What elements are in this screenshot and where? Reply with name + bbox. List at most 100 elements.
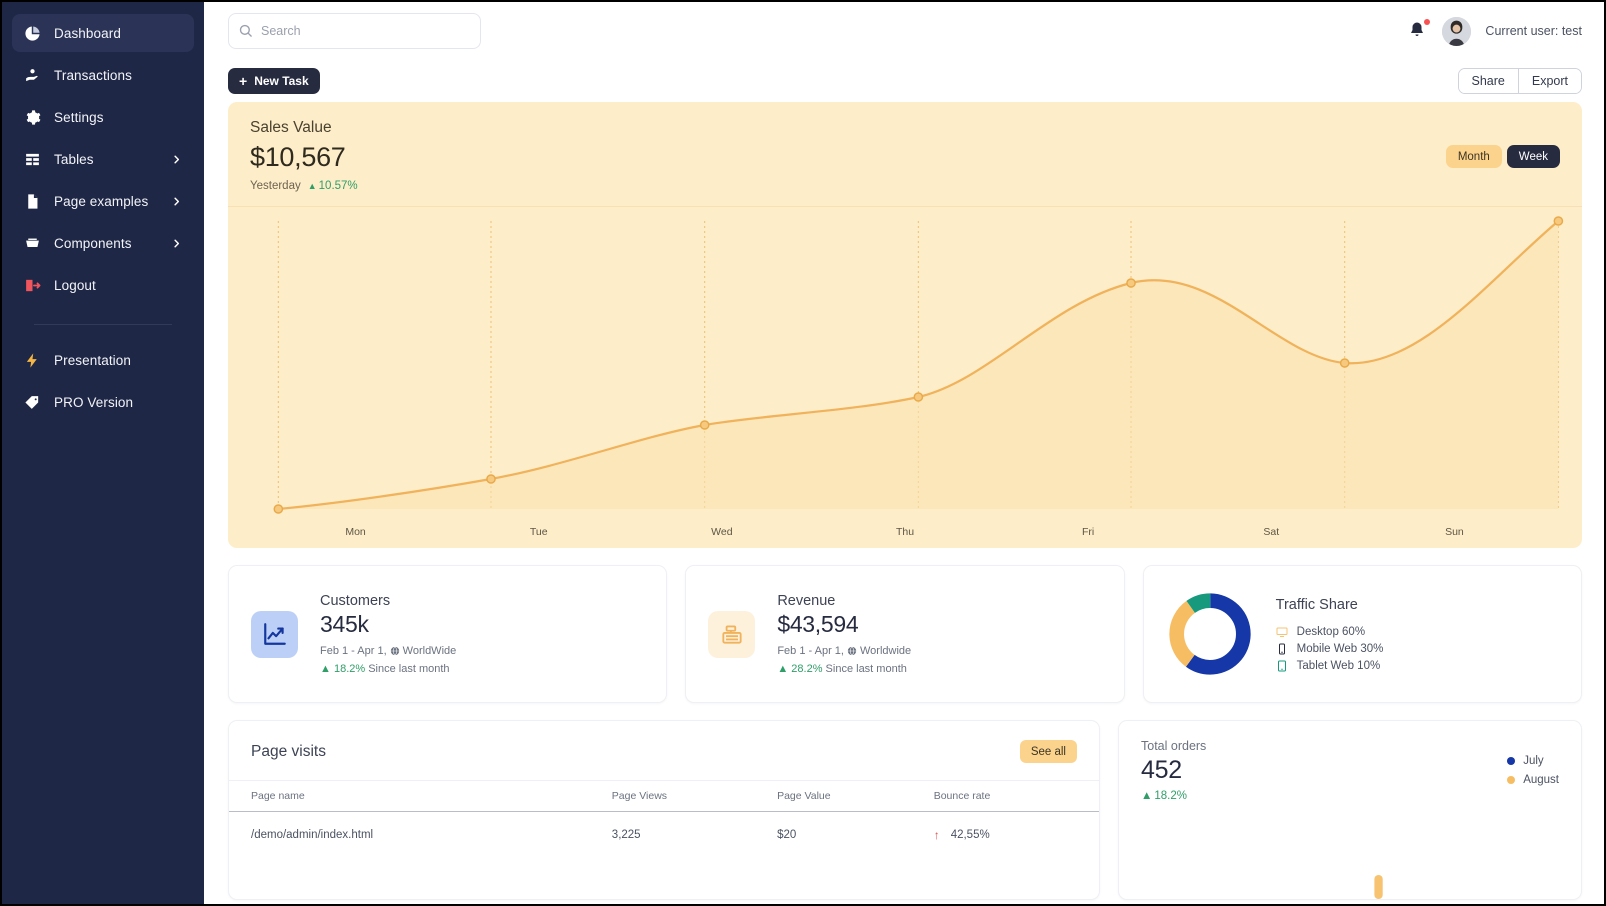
traffic-legend: Traffic Share Desktop 60% Mobile Web 30%… [1276, 597, 1384, 672]
sidebar-item-presentation[interactable]: Presentation [12, 341, 194, 379]
notifications-button[interactable] [1408, 19, 1431, 44]
total-orders-title: Total orders [1141, 739, 1207, 753]
see-all-button[interactable]: See all [1019, 740, 1077, 763]
stat-delta: ▲ 18.2% Since last month [320, 663, 456, 675]
cell-page-name: /demo/admin/index.html [251, 829, 374, 841]
stat-delta-note: Since last month [368, 663, 450, 675]
revenue-body: Revenue $43,594 Feb 1 - Apr 1, Worldwide… [777, 593, 911, 675]
customers-body: Customers 345k Feb 1 - Apr 1, WorldWide … [320, 593, 456, 675]
stat-delta: ▲ 28.2% Since last month [777, 663, 911, 675]
avatar[interactable] [1442, 16, 1472, 46]
traffic-item-label: Tablet Web 10% [1296, 659, 1381, 672]
bell-icon [1408, 22, 1426, 44]
stat-scope: WorldWide [402, 645, 457, 657]
sales-value-card: Sales Value $10,567 Yesterday ▲ 10.57% M… [228, 102, 1582, 548]
sidebar-item-label: Presentation [54, 352, 131, 368]
sidebar-item-components[interactable]: Components [12, 224, 194, 262]
legend-item-july: July [1507, 755, 1559, 767]
table-row[interactable]: /demo/admin/index.html 3,225 $20 ↑ 42,55… [229, 812, 1099, 859]
page-visits-title: Page visits [251, 742, 326, 760]
sidebar-item-label: Tables [54, 151, 94, 167]
chevron-right-icon [171, 154, 182, 165]
stat-title: Revenue [777, 593, 836, 609]
new-task-button[interactable]: + New Task [228, 68, 320, 94]
new-task-label: New Task [254, 74, 309, 88]
range-toggle-month[interactable]: Month [1445, 145, 1502, 168]
x-label: Wed [711, 526, 733, 538]
chevron-right-icon [171, 238, 182, 249]
stat-title: Customers [320, 593, 391, 609]
components-icon [24, 235, 41, 252]
page-visits-header: Page visits See all [229, 721, 1099, 780]
sidebar-item-label: Settings [54, 109, 104, 125]
range-toggle-week[interactable]: Week [1506, 145, 1560, 168]
content: Sales Value $10,567 Yesterday ▲ 10.57% M… [204, 102, 1604, 900]
column-header-page-value: Page Value [777, 780, 934, 812]
sidebar-item-pro-version[interactable]: PRO Version [12, 383, 194, 421]
chevron-right-icon [171, 196, 182, 207]
sidebar-item-label: PRO Version [54, 394, 134, 410]
search-icon [238, 23, 253, 38]
dashboard-app: Dashboard Transactions Settings Tables P… [2, 2, 1604, 904]
current-user-label: Current user: test [1485, 24, 1582, 38]
actionbar: + New Task Share Export [204, 60, 1604, 102]
stat-value: 345k [320, 611, 369, 637]
x-label: Sat [1263, 526, 1280, 538]
main-area: Current user: test + New Task Share Expo… [204, 2, 1604, 904]
orders-bar [1374, 875, 1383, 899]
sales-chart-svg [273, 216, 1564, 514]
logout-icon [24, 277, 41, 294]
sidebar-item-settings[interactable]: Settings [12, 98, 194, 136]
sidebar-item-tables[interactable]: Tables [12, 140, 194, 178]
sidebar-item-transactions[interactable]: Transactions [12, 56, 194, 94]
sidebar-item-label: Transactions [54, 67, 132, 83]
share-button[interactable]: Share [1458, 69, 1518, 93]
globe-icon [847, 646, 857, 656]
sidebar-item-label: Page examples [54, 193, 149, 209]
sales-card-subtitle: Yesterday ▲ 10.57% [250, 180, 1560, 192]
sales-card-header: Sales Value $10,567 Yesterday ▲ 10.57% M… [228, 102, 1582, 206]
traffic-item-label: Desktop 60% [1296, 625, 1366, 638]
chart-line-icon [251, 610, 298, 658]
sidebar-item-label: Components [54, 235, 132, 251]
bounce-rate-wrap: ↑ 42,55% [934, 829, 1099, 841]
x-label: Thu [895, 526, 915, 538]
legend-item-august: August [1507, 774, 1559, 786]
chart-x-axis-labels: Mon Tue Wed Thu Fri Sat Sun [228, 526, 1582, 538]
sales-card-title: Sales Value [250, 119, 332, 136]
share-export-group: Share Export [1457, 68, 1582, 94]
range-toggle-group: Month Week [1445, 145, 1560, 168]
stat-delta-value: 28.2% [791, 663, 823, 675]
plus-icon: + [239, 73, 248, 89]
legend-label: August [1523, 774, 1559, 786]
table-header: Page name Page Views Page Value Bounce r… [229, 780, 1099, 812]
sidebar-item-logout[interactable]: Logout [12, 266, 194, 304]
total-orders-bar-chart [1119, 857, 1581, 899]
caret-up-icon: ▲ [1141, 790, 1153, 802]
stat-range: Feb 1 - Apr 1, [777, 645, 844, 657]
hand-coin-icon [24, 67, 41, 84]
sales-delta: ▲ 10.57% [308, 180, 358, 192]
cash-register-icon [708, 610, 756, 658]
stat-meta: Feb 1 - Apr 1, WorldWide [320, 645, 456, 657]
document-icon [24, 193, 41, 210]
x-label: Tue [529, 526, 548, 538]
topbar-right: Current user: test [1408, 16, 1582, 46]
sidebar-item-dashboard[interactable]: Dashboard [12, 14, 194, 52]
table-icon [24, 151, 41, 168]
search-input[interactable] [228, 13, 481, 49]
legend-label: July [1523, 755, 1544, 767]
total-orders-legend: July August [1507, 755, 1559, 786]
column-header-bounce-rate: Bounce rate [933, 780, 1099, 812]
customers-card: Customers 345k Feb 1 - Apr 1, WorldWide … [228, 565, 668, 703]
desktop-icon [1276, 627, 1288, 637]
export-button[interactable]: Export [1517, 69, 1581, 93]
bounce-rate-value: 42,55% [950, 829, 990, 841]
orders-bars-svg [1374, 875, 1383, 899]
traffic-share-card: Traffic Share Desktop 60% Mobile Web 30%… [1142, 565, 1582, 703]
sidebar-item-page-examples[interactable]: Page examples [12, 182, 194, 220]
sales-card-value: $10,567 [250, 142, 346, 172]
page-visits-table: Page name Page Views Page Value Bounce r… [229, 780, 1099, 858]
gear-icon [24, 109, 41, 126]
search-field[interactable] [228, 13, 481, 49]
